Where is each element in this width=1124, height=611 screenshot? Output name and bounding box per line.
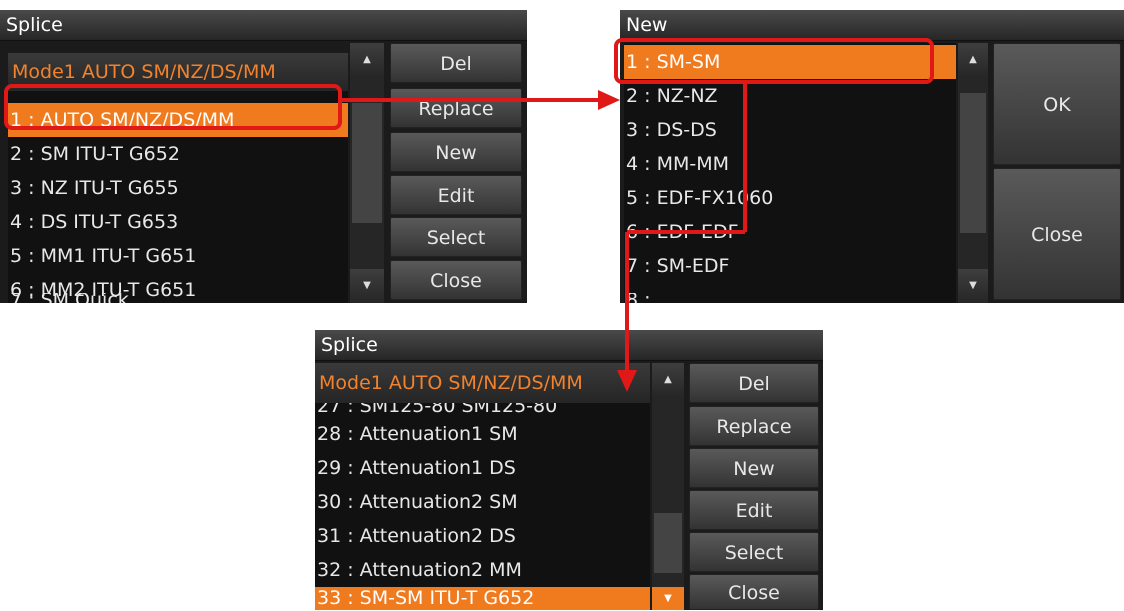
select-button[interactable]: Select — [390, 217, 522, 257]
splice-list: 27 : SM125-80 SM125-80 28 : Attenuation1… — [315, 363, 650, 610]
list-item[interactable]: 32 : Attenuation2 MM — [315, 553, 650, 587]
replace-button[interactable]: Replace — [390, 88, 522, 128]
list-item[interactable]: 6 : EDF-EDF — [624, 215, 956, 249]
close-button[interactable]: Close — [390, 260, 522, 300]
scroll-thumb[interactable] — [352, 103, 382, 223]
mode-label: Mode1 AUTO SM/NZ/DS/MM — [315, 363, 650, 403]
scroll-down-icon[interactable]: ▼ — [350, 269, 384, 303]
scroll-up-icon[interactable]: ▲ — [958, 43, 988, 77]
splice-window-2: Splice 27 : SM125-80 SM125-80 28 : Atten… — [315, 330, 823, 610]
del-button[interactable]: Del — [390, 43, 522, 83]
list-item[interactable]: 2 : NZ-NZ — [624, 79, 956, 113]
window-title: Splice — [0, 10, 527, 41]
scroll-up-icon[interactable]: ▲ — [350, 43, 384, 77]
list-item[interactable]: 31 : Attenuation2 DS — [315, 519, 650, 553]
scroll-thumb[interactable] — [960, 93, 986, 233]
ok-button[interactable]: OK — [993, 43, 1121, 165]
window-title: Splice — [315, 330, 823, 361]
list-item[interactable]: 3 : NZ ITU-T G655 — [8, 171, 348, 205]
list-item[interactable]: 5 : EDF-FX1060 — [624, 181, 956, 215]
list-item[interactable]: 30 : Attenuation2 SM — [315, 485, 650, 519]
select-button[interactable]: Select — [689, 532, 819, 572]
arrow-head-right — [598, 90, 620, 110]
scrollbar[interactable]: ▲ ▼ — [958, 43, 988, 303]
scrollbar[interactable]: ▲ ▼ — [652, 363, 684, 610]
list-item[interactable]: 29 : Attenuation1 DS — [315, 451, 650, 485]
splice-window-1: Splice Mode1 AUTO SM/NZ/DS/MM 1 : AUTO S… — [0, 10, 527, 303]
highlight-box-auto — [4, 84, 342, 130]
window-title: New — [620, 10, 1124, 41]
list-item[interactable]: 2 : SM ITU-T G652 — [8, 137, 348, 171]
list-item[interactable]: 8 : ... — [624, 293, 956, 303]
scroll-down-icon[interactable]: ▼ — [958, 269, 988, 303]
scroll-down-icon[interactable]: ▼ — [652, 587, 684, 610]
list-item[interactable]: 28 : Attenuation1 SM — [315, 417, 650, 451]
scroll-thumb[interactable] — [654, 513, 682, 573]
del-button[interactable]: Del — [689, 363, 819, 403]
list-item[interactable]: 7 : SM-EDF — [624, 249, 956, 283]
close-button[interactable]: Close — [689, 574, 819, 610]
list-item[interactable]: 7 : SM Quick — [8, 293, 348, 303]
scroll-up-icon[interactable]: ▲ — [652, 363, 684, 397]
edit-button[interactable]: Edit — [689, 490, 819, 530]
replace-button[interactable]: Replace — [689, 406, 819, 446]
list-item[interactable]: 33 : SM-SM ITU-T G652 — [315, 587, 650, 610]
list-item[interactable]: 4 : DS ITU-T G653 — [8, 205, 348, 239]
list-item[interactable]: 27 : SM125-80 SM125-80 — [315, 403, 650, 417]
new-button[interactable]: New — [689, 448, 819, 488]
list-item[interactable]: 4 : MM-MM — [624, 147, 956, 181]
edit-button[interactable]: Edit — [390, 175, 522, 215]
highlight-box-sm-sm — [614, 38, 934, 84]
list-item[interactable]: 5 : MM1 ITU-T G651 — [8, 239, 348, 273]
list-item[interactable]: 3 : DS-DS — [624, 113, 956, 147]
scrollbar[interactable]: ▲ ▼ — [350, 43, 384, 303]
close-button[interactable]: Close — [993, 168, 1121, 300]
new-button[interactable]: New — [390, 132, 522, 172]
